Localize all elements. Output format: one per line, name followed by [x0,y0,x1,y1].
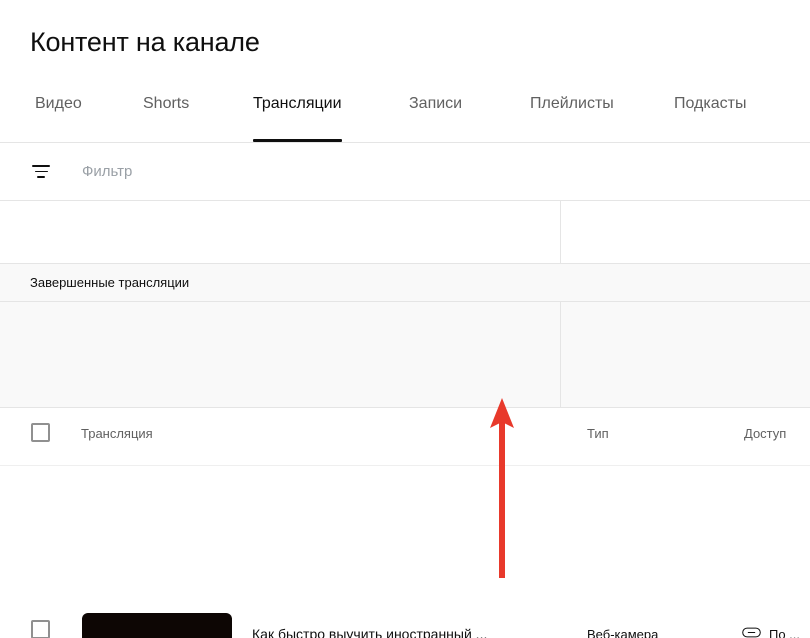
page-title: Контент на канале [30,27,260,57]
row-column-divider [560,302,561,407]
table-header: Трансляция Тип Доступ [0,201,810,442]
table-row[interactable]: 2:09 Как быстро выучить иностранный ... [0,302,810,638]
link-icon [742,626,761,638]
tab-playlists[interactable]: Плейлисты [530,93,614,143]
video-thumbnail[interactable]: 2:09 [82,613,232,638]
video-title[interactable]: Как быстро выучить иностранный ... [252,626,537,638]
select-all-checkbox[interactable] [31,423,50,442]
header-column-divider [560,201,561,263]
row-checkbox[interactable] [31,620,50,638]
tab-posts[interactable]: Записи [409,93,462,143]
list-bottom-divider [0,465,810,466]
column-header-broadcast[interactable]: Трансляция [81,426,153,441]
tab-live[interactable]: Трансляции [253,93,342,143]
section-header-completed-broadcasts: Завершенные трансляции [0,264,810,301]
annotation-arrow-up [488,396,516,580]
tab-videos[interactable]: Видео [35,93,82,143]
column-header-type[interactable]: Тип [587,426,609,441]
cell-type: Веб-камера [587,627,659,638]
section-label: Завершенные трансляции [30,275,190,290]
filter-icon[interactable] [28,159,54,185]
filter-input[interactable] [82,156,462,187]
access-label: По ... [769,626,801,638]
filter-bar [0,143,810,200]
column-header-access[interactable]: Доступ [744,426,786,441]
cell-access[interactable]: По ... [742,626,800,638]
tab-shorts[interactable]: Shorts [143,93,189,143]
tab-podcasts[interactable]: Подкасты [674,93,746,143]
content-tabs: Видео Shorts Трансляции Записи Плейлисты… [0,93,810,143]
youtube-studio-content-page: Контент на канале Видео Shorts Трансляци… [0,0,810,638]
row-bottom-divider [0,407,810,408]
